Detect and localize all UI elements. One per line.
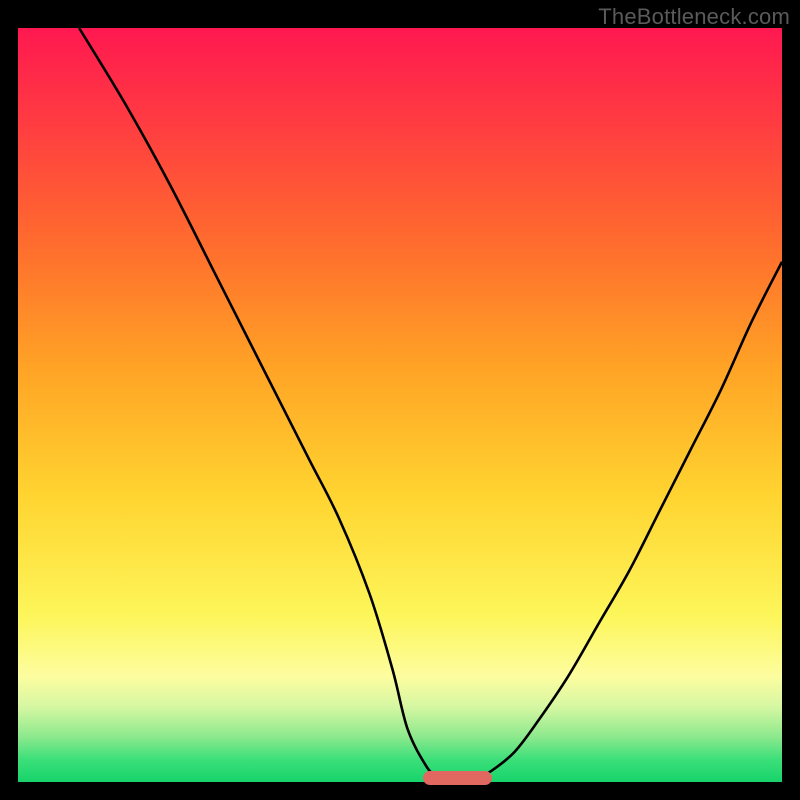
left-curve xyxy=(79,28,438,778)
watermark-text: TheBottleneck.com xyxy=(598,4,790,30)
right-curve xyxy=(476,262,782,778)
plot-area xyxy=(18,28,782,782)
curve-layer xyxy=(18,28,782,782)
chart-frame: TheBottleneck.com xyxy=(0,0,800,800)
bottleneck-marker xyxy=(423,771,492,785)
